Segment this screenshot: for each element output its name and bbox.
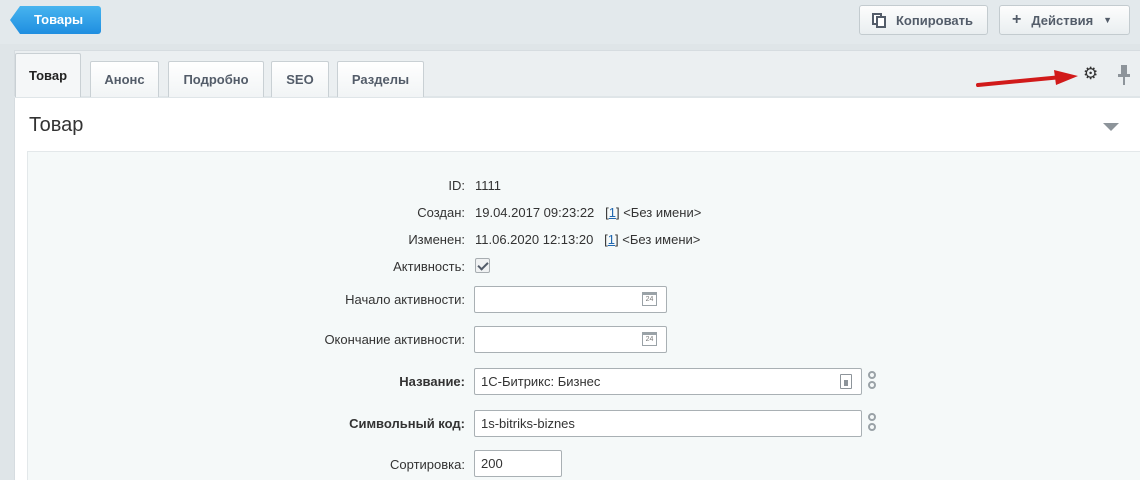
- sort-input[interactable]: 200: [474, 450, 562, 477]
- annotation-arrow: [976, 70, 1078, 87]
- tab-bar: Товар Анонс Подробно SEO Разделы: [14, 50, 1140, 97]
- modified-user-name: <Без имени>: [622, 232, 701, 247]
- actions-button-label: Действия: [1031, 12, 1094, 28]
- code-input-value: 1s-bitriks-biznes: [481, 416, 575, 431]
- tab-sections[interactable]: Разделы: [337, 61, 424, 97]
- id-label: ID:: [448, 178, 465, 193]
- active-from-label: Начало активности:: [345, 292, 465, 307]
- copy-button-label: Копировать: [896, 12, 974, 28]
- tab-product[interactable]: Товар: [15, 53, 81, 97]
- actions-button[interactable]: + Действия ▼: [999, 5, 1130, 35]
- code-input[interactable]: 1s-bitriks-biznes: [474, 410, 862, 437]
- gear-icon[interactable]: ⚙: [1083, 64, 1098, 84]
- modified-label: Изменен:: [408, 232, 465, 247]
- sort-label: Сортировка:: [390, 457, 465, 472]
- copy-button[interactable]: Копировать: [859, 5, 988, 35]
- created-user-link[interactable]: 1: [609, 205, 616, 220]
- back-to-products-button[interactable]: Товары: [10, 6, 102, 34]
- link-chain-icon[interactable]: [867, 371, 877, 393]
- sort-input-value: 200: [481, 456, 503, 471]
- active-label: Активность:: [393, 259, 465, 274]
- created-label: Создан:: [417, 205, 465, 220]
- calendar-icon[interactable]: 24: [642, 292, 657, 306]
- active-checkbox[interactable]: [475, 258, 490, 273]
- panel-title: Товар: [29, 114, 84, 136]
- tab-details[interactable]: Подробно: [168, 61, 264, 97]
- active-from-input[interactable]: 24: [474, 286, 667, 313]
- created-user-name: <Без имени>: [623, 205, 702, 220]
- plus-icon: +: [1012, 11, 1022, 28]
- name-input-value: 1С-Битрикс: Бизнес: [481, 374, 601, 389]
- link-chain-icon[interactable]: [867, 413, 877, 435]
- code-label: Символьный код:: [349, 416, 465, 431]
- document-icon[interactable]: [840, 374, 852, 389]
- created-date: 19.04.2017 09:23:22: [475, 205, 595, 220]
- product-form: ID: 1111 Создан: 19.04.2017 09:23:22 [1]…: [27, 151, 1140, 480]
- tab-seo[interactable]: SEO: [271, 61, 329, 97]
- top-toolbar: Товары Копировать + Действия ▼: [0, 0, 1140, 44]
- active-to-label: Окончание активности:: [324, 332, 465, 347]
- pin-icon[interactable]: [1117, 64, 1131, 86]
- product-panel: Товар ID: 1111 Создан: 19.04.2017 09:23:…: [14, 98, 1140, 480]
- name-input[interactable]: 1С-Битрикс: Бизнес: [474, 368, 862, 395]
- modified-user-link[interactable]: 1: [608, 232, 615, 247]
- calendar-icon[interactable]: 24: [642, 332, 657, 346]
- id-value: 1111: [475, 178, 502, 193]
- chevron-down-icon: ▼: [1103, 15, 1113, 25]
- name-label: Название:: [399, 374, 465, 389]
- copy-icon: [872, 12, 886, 28]
- created-value: 19.04.2017 09:23:22 [1] <Без имени>: [475, 205, 702, 220]
- active-to-input[interactable]: 24: [474, 326, 667, 353]
- modified-date: 11.06.2020 12:13:20: [475, 232, 594, 247]
- collapse-icon[interactable]: [1103, 123, 1119, 131]
- tab-announce[interactable]: Анонс: [90, 61, 159, 97]
- modified-value: 11.06.2020 12:13:20 [1] <Без имени>: [475, 232, 701, 247]
